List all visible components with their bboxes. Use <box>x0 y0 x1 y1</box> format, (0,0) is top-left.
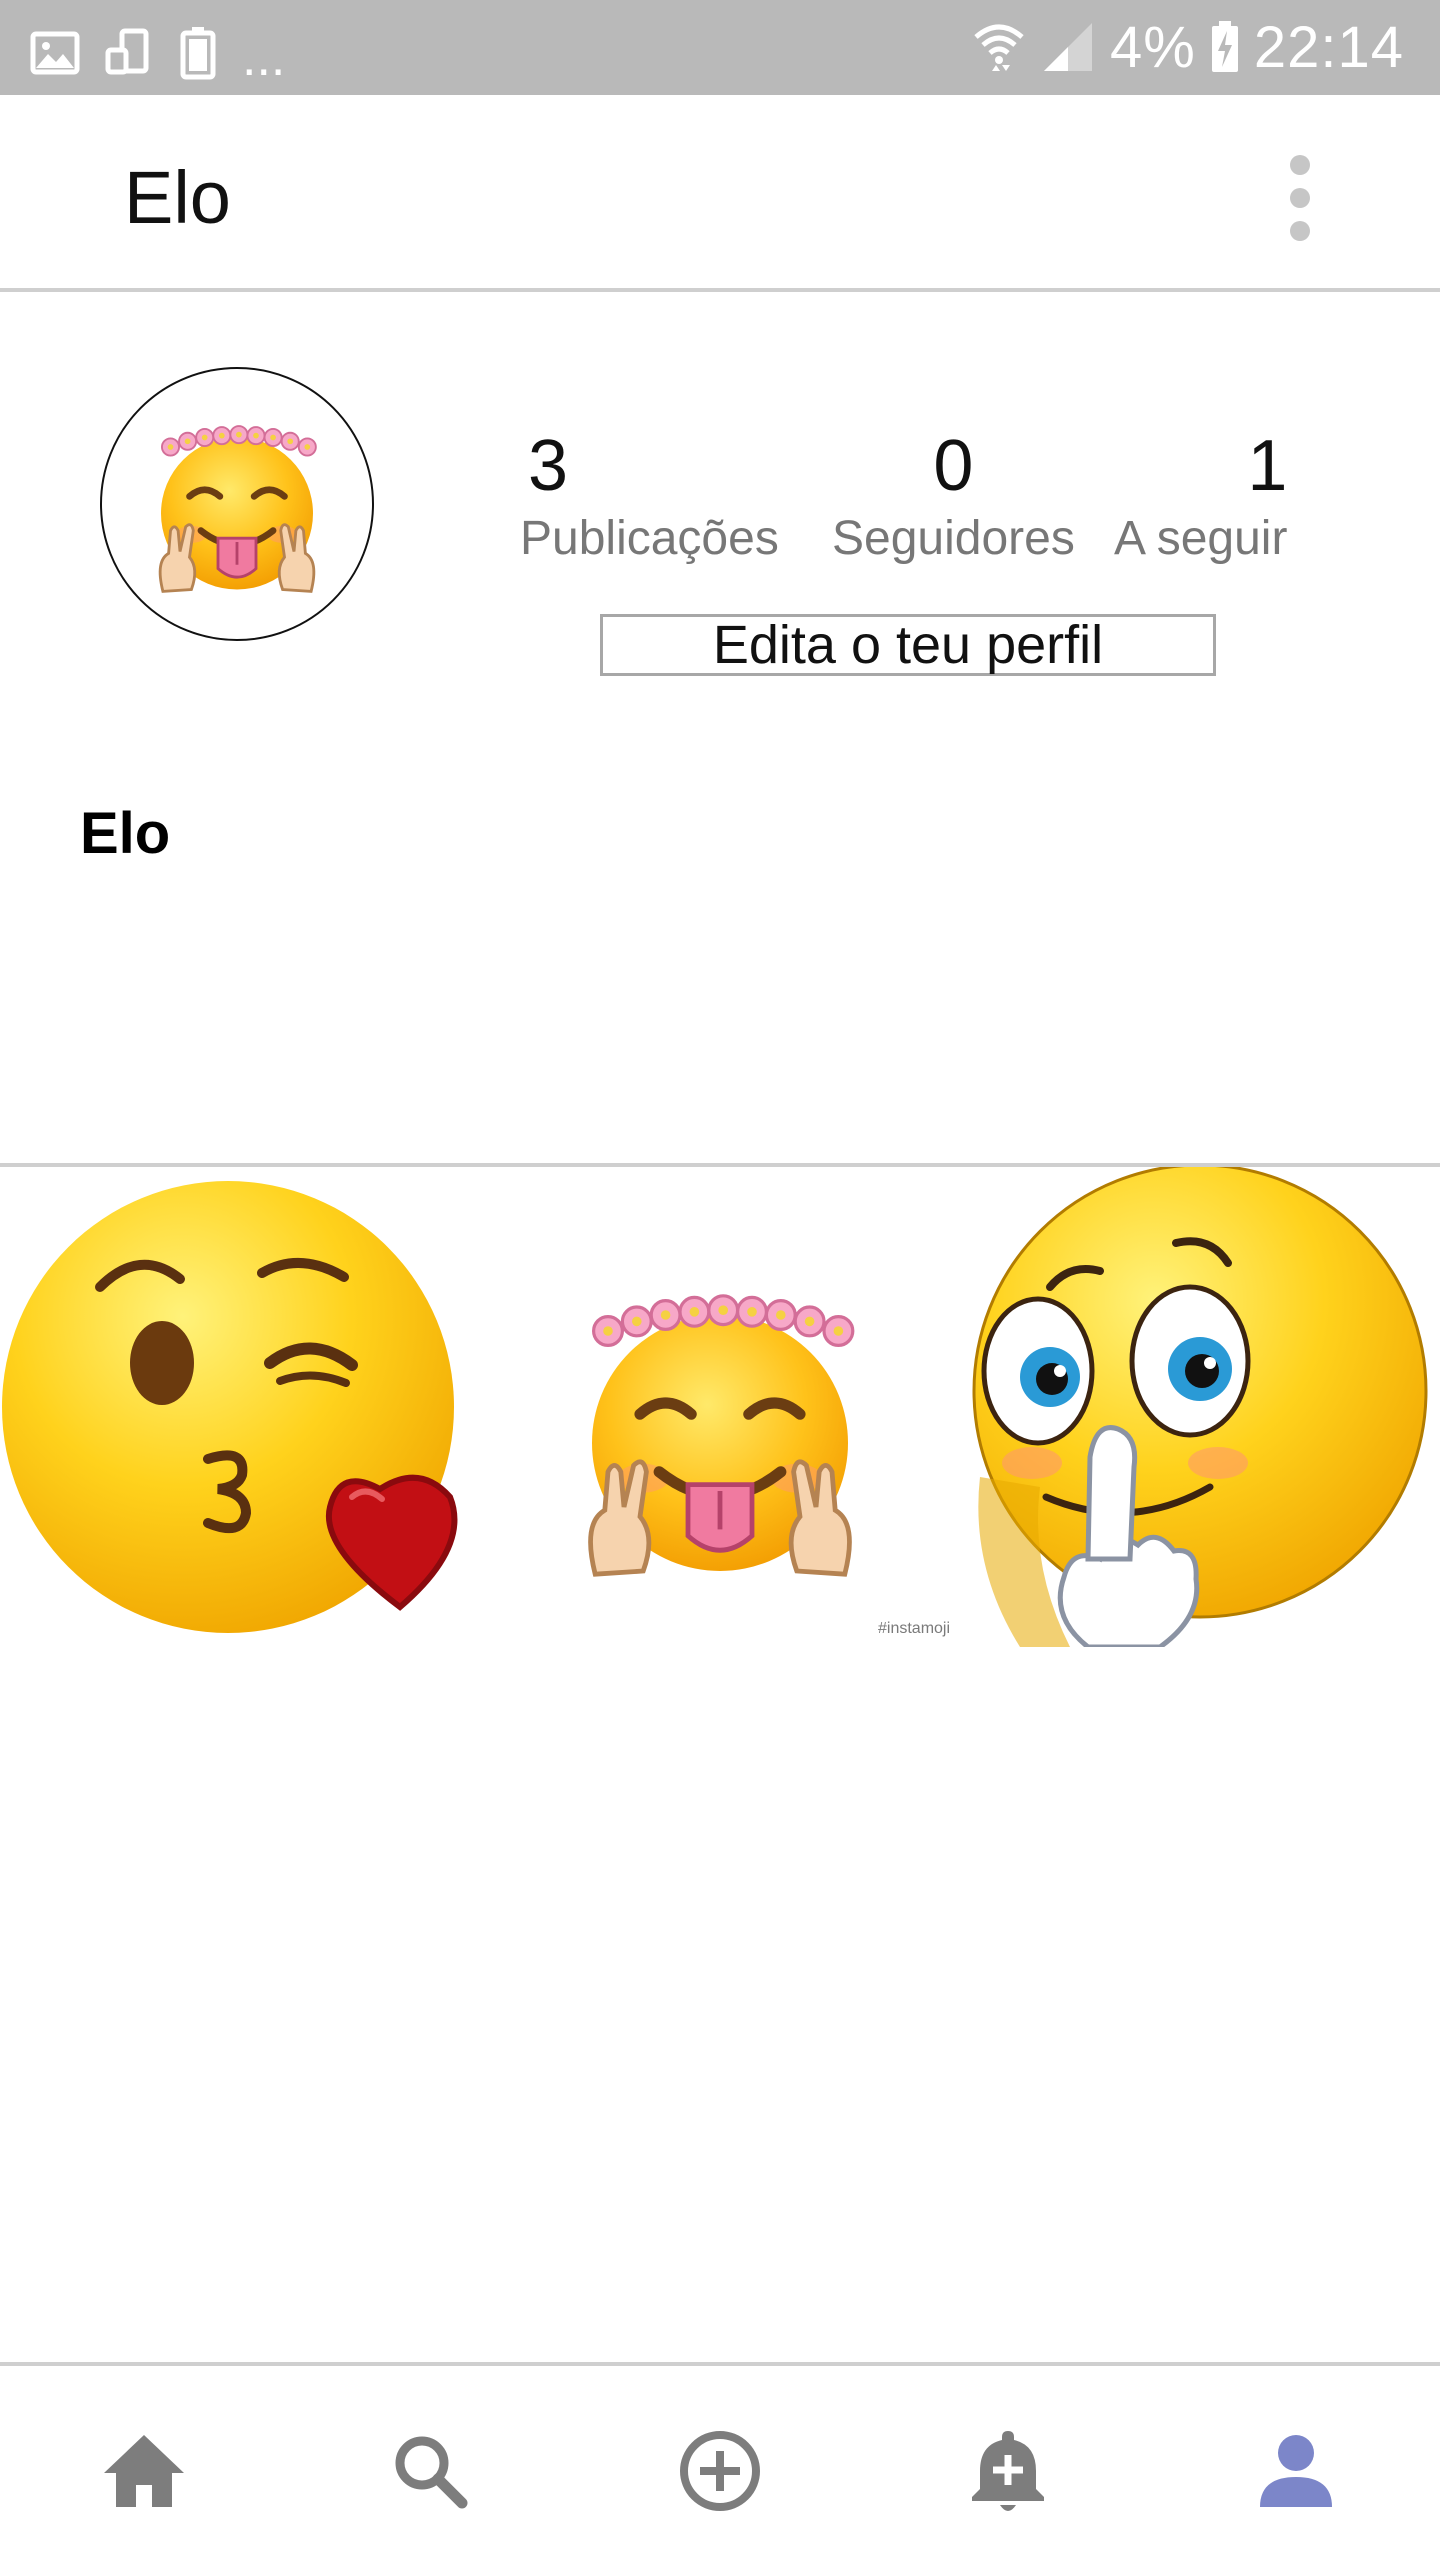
profile-stats: 3 Publicações 0 Seguidores 1 A seguir <box>520 425 1300 575</box>
stat-label: A seguir <box>1114 512 1288 565</box>
post-thumbnail[interactable]: #instamoji <box>480 1167 960 1647</box>
search-icon <box>395 2436 468 2509</box>
nav-add[interactable] <box>670 2421 770 2521</box>
avatar[interactable] <box>100 367 374 641</box>
notification-add-icon <box>972 2431 1044 2511</box>
battery-percent: 4% <box>1110 14 1196 80</box>
add-circle-icon <box>680 2431 760 2511</box>
posts-grid: #instamoji <box>0 1167 1440 1647</box>
profile-name: Elo <box>80 801 171 866</box>
clock: 22:14 <box>1253 14 1404 80</box>
status-bar-right: 4% 22:14 <box>972 12 1404 82</box>
status-bar-left: ... <box>30 18 285 88</box>
nav-profile[interactable] <box>1246 2421 1346 2521</box>
profile-icon <box>1260 2435 1332 2507</box>
page-title: Elo <box>124 156 231 239</box>
menu-dot <box>1290 188 1310 208</box>
app-bar: Elo <box>0 95 1440 292</box>
wifi-icon <box>974 24 1024 71</box>
image-icon <box>30 31 80 75</box>
signal-icon <box>1044 23 1093 71</box>
stat-followers[interactable]: 0 Seguidores <box>832 425 1075 569</box>
battery-charging-icon <box>1211 21 1238 72</box>
stat-label: Seguidores <box>832 512 1075 565</box>
stat-label: Publicações <box>520 512 779 565</box>
status-bar: ... 4% 22:14 <box>0 0 1440 95</box>
menu-dot <box>1290 155 1310 175</box>
nav-home[interactable] <box>94 2421 194 2521</box>
battery-saver-icon <box>180 27 216 80</box>
stat-count: 1 <box>1247 426 1288 506</box>
kiss-heart-emoji <box>2 1181 458 1633</box>
stat-posts[interactable]: 3 Publicações <box>520 425 779 569</box>
post-thumbnail[interactable] <box>960 1167 1440 1647</box>
flower-crown-peace-emoji <box>142 409 332 599</box>
screen-mirror-icon <box>105 28 149 75</box>
stat-count: 3 <box>528 426 569 506</box>
stat-following[interactable]: 1 A seguir <box>1114 425 1287 569</box>
nav-notifications[interactable] <box>958 2421 1058 2521</box>
menu-dot <box>1290 221 1310 241</box>
flower-crown-peace-emoji: #instamoji <box>480 1167 950 1637</box>
watermark: #instamoji <box>878 1620 950 1637</box>
nav-search[interactable] <box>380 2421 480 2521</box>
post-thumbnail[interactable] <box>0 1167 480 1647</box>
stat-count: 0 <box>933 426 974 506</box>
more-vert-icon[interactable] <box>1280 155 1320 241</box>
shush-thumb-emoji <box>972 1167 1428 1647</box>
edit-profile-button[interactable]: Edita o teu perfil <box>600 614 1216 676</box>
home-icon <box>104 2435 184 2507</box>
bottom-navigation <box>0 2366 1440 2560</box>
status-overflow: ... <box>242 29 286 87</box>
